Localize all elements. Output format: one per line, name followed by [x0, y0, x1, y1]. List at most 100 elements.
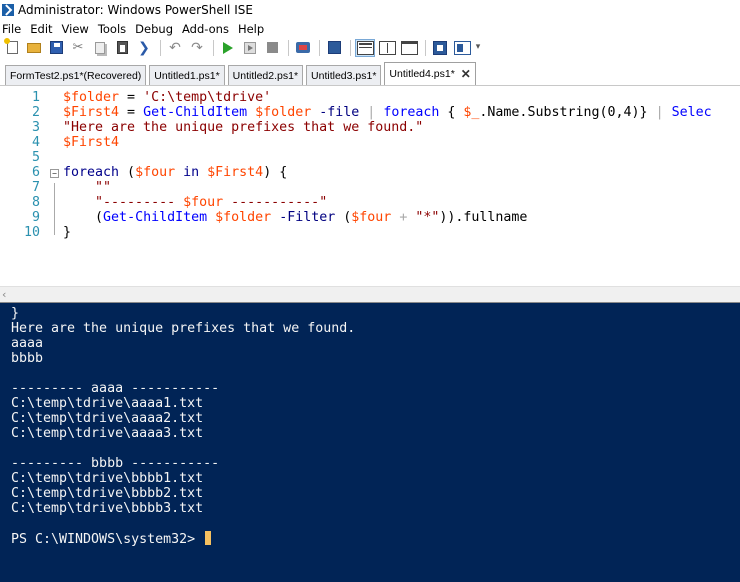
console-output-line: C:\temp\tdrive\aaaa1.txt	[11, 396, 204, 411]
menu-tools[interactable]: Tools	[98, 22, 134, 36]
paste-button[interactable]	[112, 39, 132, 57]
tab-untitled1[interactable]: Untitled1.ps1*	[149, 65, 225, 85]
menu-file[interactable]: File	[2, 22, 29, 36]
console-output-line: aaaa	[11, 336, 44, 351]
menu-add-ons[interactable]: Add-ons	[182, 22, 237, 36]
code-token: Get-ChildItem	[143, 105, 248, 120]
line-number: 4	[31, 135, 40, 150]
tab-formtest2[interactable]: FormTest2.ps1*(Recovered)	[5, 65, 147, 85]
toolbar-separator	[288, 39, 289, 56]
tab-label: Untitled3.ps1*	[311, 69, 377, 82]
code-line[interactable]: 8 "--------- $four -----------"	[0, 195, 740, 210]
copy-button[interactable]	[90, 39, 110, 57]
code-token: .fullname	[455, 210, 528, 225]
run-script-button[interactable]	[218, 39, 238, 57]
line-number: 9	[31, 210, 40, 225]
line-number: 8	[31, 195, 40, 210]
code-token: $First4	[207, 165, 264, 180]
save-button[interactable]	[46, 39, 66, 57]
menu-help[interactable]: Help	[238, 22, 272, 36]
toolbar-overflow-button[interactable]: ▾	[474, 39, 482, 57]
code-token: (	[335, 210, 352, 225]
code-token: )}	[631, 105, 656, 120]
copy-icon	[95, 41, 105, 54]
clear-console-button[interactable]: ❯	[134, 39, 154, 57]
console-prompt: PS C:\WINDOWS\system32>	[11, 531, 212, 547]
title-bar: Administrator: Windows PowerShell ISE	[0, 0, 740, 20]
code-text: (Get-ChildItem $folder -Filter ($four + …	[63, 210, 527, 225]
new-remote-powershell-tab-button[interactable]	[293, 39, 313, 57]
line-number: 5	[31, 150, 40, 165]
open-icon	[27, 42, 41, 53]
redo-button[interactable]: ↷	[187, 39, 207, 57]
show-script-pane-maximized-icon	[400, 40, 418, 55]
menu-edit[interactable]: Edit	[30, 22, 60, 36]
stop-button[interactable]	[262, 39, 282, 57]
code-token: 'C:\temp\tdrive'	[143, 90, 272, 105]
toolbar-separator	[213, 39, 214, 56]
code-token: }	[63, 225, 72, 240]
run-script-icon	[223, 41, 233, 54]
cut-button[interactable]: ✂	[68, 39, 88, 57]
code-line[interactable]: 10}	[0, 225, 740, 240]
menu-view[interactable]: View	[62, 22, 97, 36]
new-script-button[interactable]	[2, 38, 22, 57]
show-command-addon-icon	[453, 40, 471, 55]
show-command-addon-button[interactable]	[452, 39, 472, 57]
code-text: $folder = 'C:\temp\tdrive'	[63, 90, 271, 105]
script-pane-right-button[interactable]	[377, 39, 397, 57]
code-text: "Here are the unique prefixes that we fo…	[63, 120, 423, 135]
script-tabs: FormTest2.ps1*(Recovered) Untitled1.ps1*…	[0, 62, 740, 86]
tab-untitled3[interactable]: Untitled3.ps1*	[306, 65, 382, 85]
code-line[interactable]: 1 $folder = 'C:\temp\tdrive'	[0, 90, 740, 105]
code-token: in	[183, 165, 200, 180]
open-button[interactable]	[24, 39, 44, 57]
menu-debug[interactable]: Debug	[135, 22, 181, 36]
start-powershell-button[interactable]	[324, 39, 344, 57]
console-pane[interactable]: } Here are the unique prefixes that we fo…	[0, 303, 740, 582]
menu-bar: File Edit View Tools Debug Add-ons Help	[0, 20, 740, 37]
script-pane-maximized-button[interactable]	[399, 39, 419, 57]
line-number: 1	[31, 90, 40, 105]
code-token: .Name.Substring(	[479, 105, 608, 120]
code-token: foreach	[383, 105, 440, 120]
scroll-left-icon[interactable]: ‹	[2, 289, 14, 301]
code-line[interactable]: 2 $First4 = Get-ChildItem $folder -file |…	[0, 105, 740, 120]
code-line[interactable]: 3 "Here are the unique prefixes that we f…	[0, 120, 740, 135]
undo-button[interactable]: ↶	[165, 39, 185, 57]
run-selection-icon	[244, 41, 256, 54]
code-token: $folder	[215, 210, 272, 225]
line-number: 6	[31, 165, 40, 180]
code-token: $four	[351, 210, 392, 225]
run-selection-button[interactable]	[240, 39, 260, 57]
code-token: (	[95, 210, 104, 225]
tab-label: Untitled4.ps1*	[389, 68, 455, 80]
code-token: "---------	[95, 195, 184, 210]
code-line[interactable]: 4 $First4	[0, 135, 740, 150]
close-icon[interactable]: ✕	[461, 67, 471, 81]
show-command-window-button[interactable]	[430, 39, 450, 57]
code-text: ""	[63, 180, 111, 195]
code-token: Selec	[671, 105, 712, 120]
code-line[interactable]: 9 (Get-ChildItem $folder -Filter ($four …	[0, 210, 740, 225]
script-pane-top-button[interactable]	[355, 38, 375, 57]
tab-label: FormTest2.ps1*(Recovered)	[10, 69, 142, 82]
console-output-line: bbbb	[11, 351, 44, 366]
code-line[interactable]: 5	[0, 150, 740, 165]
horizontal-scrollbar[interactable]: ‹	[0, 286, 740, 303]
code-line[interactable]: 7 ""	[0, 180, 740, 195]
line-number: 2	[31, 105, 40, 120]
code-line[interactable]: 6 foreach ($four in $First4) {	[0, 165, 740, 180]
stop-icon	[266, 42, 278, 53]
code-token: =	[119, 90, 144, 105]
line-number: 7	[31, 180, 40, 195]
tab-untitled4[interactable]: Untitled4.ps1* ✕	[384, 62, 476, 85]
code-token: $folder	[255, 105, 312, 120]
script-editor[interactable]: − 1 $folder = 'C:\temp\tdrive' 2 $First4 = …	[0, 86, 740, 286]
code-token: 0	[607, 105, 616, 120]
show-script-pane-top-icon	[356, 40, 374, 55]
toolbar-separator	[160, 39, 161, 56]
tab-untitled2[interactable]: Untitled2.ps1*	[227, 65, 304, 85]
